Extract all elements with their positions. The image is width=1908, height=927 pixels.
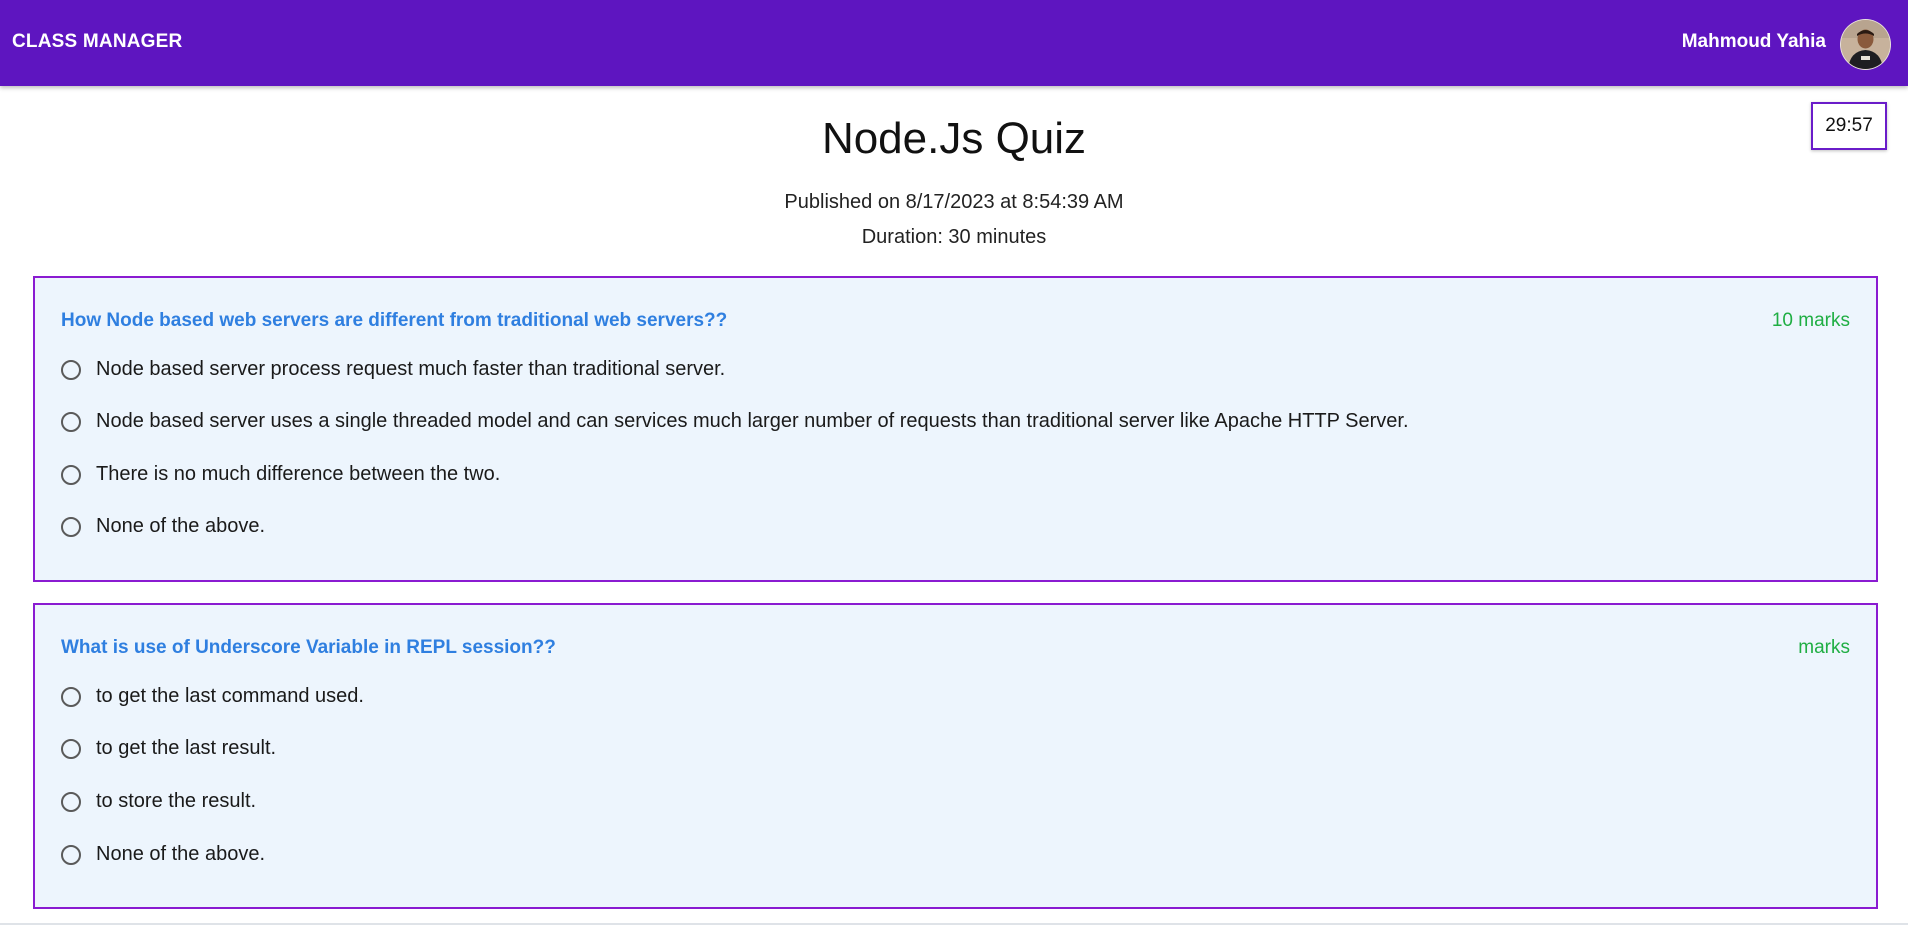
question-card: What is use of Underscore Variable in RE… (33, 603, 1878, 909)
radio-button[interactable] (61, 359, 81, 380)
answer-option[interactable]: to store the result. (61, 790, 256, 813)
question-marks: 10 marks (1771, 310, 1850, 331)
option-label: to get the last result. (96, 737, 277, 759)
question-text: How Node based web servers are different… (61, 310, 728, 331)
avatar[interactable] (1840, 19, 1891, 70)
user-avatar-icon (1841, 20, 1890, 69)
quiz-duration: Duration: 30 minutes (861, 226, 1047, 248)
answer-option[interactable]: None of the above. (61, 843, 265, 866)
answer-option[interactable]: None of the above. (61, 515, 265, 538)
user-name[interactable]: Mahmoud Yahia (1682, 31, 1826, 53)
option-label: to get the last command used. (96, 685, 364, 707)
question-card: How Node based web servers are different… (33, 276, 1878, 582)
answer-option[interactable]: Node based server uses a single threaded… (61, 410, 1409, 433)
option-label: Node based server process request much f… (96, 358, 726, 380)
answer-option[interactable]: Node based server process request much f… (61, 358, 725, 381)
page-title: Node.Js Quiz (821, 114, 1087, 163)
option-label: Node based server uses a single threaded… (96, 410, 1409, 432)
radio-button[interactable] (61, 844, 81, 865)
option-label: None of the above. (96, 515, 266, 537)
option-label: to store the result. (96, 790, 257, 812)
question-text: What is use of Underscore Variable in RE… (61, 637, 556, 658)
radio-button[interactable] (61, 686, 81, 707)
brand-title[interactable]: CLASS MANAGER (12, 31, 182, 53)
radio-button[interactable] (61, 516, 81, 537)
option-label: None of the above. (96, 843, 266, 865)
question-marks: marks (1798, 637, 1850, 658)
app-header: CLASS MANAGER Mahmoud Yahia (0, 0, 1908, 86)
answer-option[interactable]: to get the last result. (61, 737, 276, 760)
answer-option[interactable]: There is no much difference between the … (61, 463, 500, 486)
answer-option[interactable]: to get the last command used. (61, 685, 364, 708)
radio-button[interactable] (61, 738, 81, 759)
radio-button[interactable] (61, 411, 81, 432)
radio-button[interactable] (61, 791, 81, 812)
option-label: There is no much difference between the … (96, 463, 501, 485)
radio-button[interactable] (61, 464, 81, 485)
published-date: Published on 8/17/2023 at 8:54:39 AM (784, 191, 1124, 213)
page-divider (0, 923, 1908, 925)
